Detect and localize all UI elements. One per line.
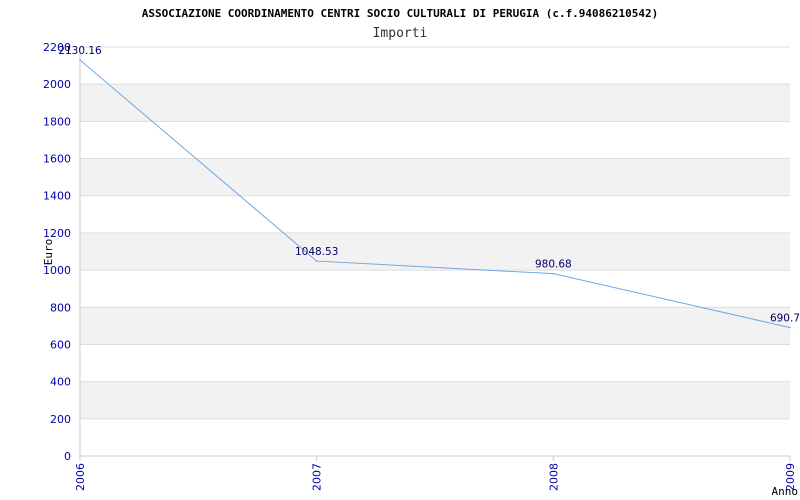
data-point: [79, 59, 81, 61]
data-point: [789, 326, 791, 329]
grid-band: [80, 307, 790, 345]
grid-band: [80, 232, 790, 271]
y-tick-label: 1200: [43, 227, 71, 240]
chart-title: ASSOCIAZIONE COORDINAMENTO CENTRI SOCIO …: [142, 7, 659, 20]
data-label: 2130.16: [58, 45, 102, 57]
y-axis-label: Euro: [42, 239, 55, 266]
grid-band: [80, 381, 790, 419]
y-tick-label: 400: [50, 376, 71, 389]
x-axis-label: Anno: [772, 485, 799, 498]
data-label: 1048.53: [295, 246, 338, 258]
x-tick-label: 2007: [311, 463, 324, 491]
chart-subtitle: Importi: [373, 26, 428, 41]
data-label: 690.7: [770, 313, 800, 325]
y-tick-label: 2000: [43, 78, 71, 91]
grid-band: [80, 158, 790, 196]
y-tick-label: 600: [50, 338, 71, 351]
data-label: 980.68: [535, 259, 572, 271]
line-chart: ASSOCIAZIONE COORDINAMENTO CENTRI SOCIO …: [42, 7, 800, 498]
y-tick-label: 0: [64, 450, 71, 463]
grid-band: [80, 84, 790, 122]
y-tick-label: 800: [50, 301, 71, 314]
x-tick-label: 2006: [74, 463, 87, 491]
y-tick-label: 1400: [43, 190, 71, 203]
data-point: [552, 272, 555, 275]
x-tick-label: 2008: [547, 463, 560, 491]
x-tick-labels: 2006 2007 2008 2009: [74, 456, 797, 491]
grid-bands: [80, 84, 790, 419]
y-tick-label: 1800: [43, 115, 71, 128]
y-tick-label: 1600: [43, 153, 71, 166]
data-point: [315, 260, 318, 262]
y-tick-label: 200: [50, 413, 71, 426]
